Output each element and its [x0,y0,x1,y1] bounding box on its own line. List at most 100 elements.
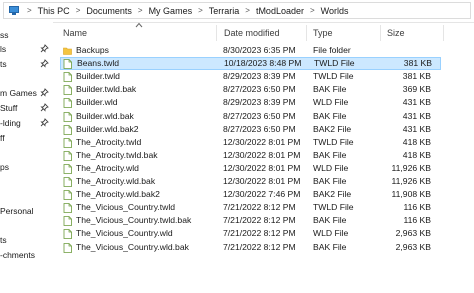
file-name: Builder.twld [76,71,120,82]
file-icon [63,137,72,148]
file-row[interactable]: The_Vicious_Country.wld.bak 7/21/2022 8:1… [60,241,441,254]
sidebar-item[interactable]: -chments [0,248,52,262]
file-row[interactable]: The_Vicious_Country.wld 7/21/2022 8:12 PM… [60,227,441,240]
file-name: The_Vicious_Country.twld.bak [76,215,192,226]
file-row[interactable]: The_Vicious_Country.twld.bak 7/21/2022 8:… [60,214,441,227]
file-icon [63,124,72,135]
sidebar-item[interactable]: ff [0,131,52,145]
file-row[interactable]: The_Atrocity.twld.bak 12/30/2022 8:01 PM B… [60,149,441,162]
sidebar-item[interactable]: ps [0,160,52,174]
file-type: WLD File [313,228,349,239]
column-divider[interactable] [306,25,307,41]
breadcrumb-this-pc[interactable]: This PC [38,6,70,16]
file-row[interactable]: Builder.wld.bak 8/27/2023 6:50 PM BAK File… [60,110,441,123]
chevron-right-icon[interactable]: > [27,6,32,15]
column-divider[interactable] [216,25,217,41]
file-icon [63,85,72,96]
sidebar-item[interactable] [0,145,52,159]
file-row[interactable]: The_Atrocity.wld.bak 12/30/2022 8:01 PM BA… [60,175,441,188]
sidebar-item[interactable] [0,72,52,86]
file-type: TWLD File [314,58,355,69]
column-header-type[interactable]: Type [313,26,333,40]
file-type: BAK File [313,149,347,160]
file-date-modified: 8/27/2023 6:50 PM [223,123,296,134]
sidebar-item[interactable]: -lding [0,116,52,130]
address-bar[interactable]: > This PC > Documents > My Games > Terra… [0,0,474,23]
column-header-name[interactable]: Name [63,26,87,40]
navigation-pane[interactable]: ss ls ts m Games Stuff -lding ff ps Personal ts -c… [0,22,52,293]
sidebar-item[interactable] [0,189,52,203]
sidebar-item[interactable]: ss [0,28,52,42]
file-size: 369 KB [402,84,431,95]
breadcrumb-documents[interactable]: Documents [86,6,132,16]
chevron-right-icon[interactable]: > [138,6,143,15]
folder-icon [63,47,72,55]
file-row[interactable]: The_Atrocity.twld 12/30/2022 8:01 PM TWLD … [60,136,441,149]
sidebar-item[interactable] [0,219,52,233]
address-box[interactable]: > This PC > Documents > My Games > Terra… [3,2,471,19]
sidebar-item-label: ps [0,162,9,172]
file-type: BAK File [313,241,347,252]
file-name: Backups [76,45,109,55]
file-row[interactable]: Builder.wld 8/29/2023 8:39 PM WLD File 431 … [60,96,441,109]
file-size: 2,963 KB [395,241,431,252]
file-icon [63,216,72,227]
file-row[interactable]: Backups 8/30/2023 6:35 PM File folder [60,44,441,57]
file-date-modified: 12/30/2022 8:01 PM [223,162,301,173]
file-row[interactable]: The_Vicious_Country.twld 7/21/2022 8:12 P… [60,201,441,214]
file-size [381,44,431,57]
file-icon [63,98,72,109]
file-type: TWLD File [313,71,354,82]
column-header-size[interactable]: Size [387,26,405,40]
file-type: WLD File [313,97,349,108]
breadcrumb-worlds[interactable]: Worlds [321,6,349,16]
file-icon [63,59,72,69]
sidebar-item[interactable] [0,175,52,189]
file-row[interactable]: The_Atrocity.wld 12/30/2022 8:01 PM WLD Fi… [60,162,441,175]
file-size: 418 KB [402,136,431,147]
column-divider[interactable] [443,25,444,41]
breadcrumb-tmodloader[interactable]: tModLoader [256,6,304,16]
chevron-right-icon[interactable]: > [198,6,203,15]
file-name: Builder.wld.bak [76,110,134,121]
column-divider[interactable] [380,25,381,41]
file-row[interactable]: Builder.twld.bak 8/27/2023 6:50 PM BAK Fil… [60,83,441,96]
column-header-date[interactable]: Date modified [224,26,280,40]
file-date-modified: 12/30/2022 8:01 PM [223,176,301,186]
sidebar-item[interactable]: ts [0,233,52,247]
sidebar-item[interactable]: m Games [0,86,52,100]
file-size: 116 KB [403,215,431,226]
chevron-right-icon[interactable]: > [310,6,315,15]
file-date-modified: 8/30/2023 6:35 PM [223,45,296,55]
file-type: WLD File [313,162,349,173]
breadcrumb-terraria[interactable]: Terraria [209,6,240,16]
sidebar-item[interactable]: ts [0,57,52,71]
file-date-modified: 8/27/2023 6:50 PM [223,84,296,95]
file-size: 431 KB [402,97,431,108]
file-icon [63,163,72,174]
sidebar-item-label: ts [0,235,7,245]
file-size: 381 KB [403,58,432,69]
file-row[interactable]: Builder.wld.bak2 8/27/2023 6:50 PM BAK2 Fi… [60,123,441,136]
file-name: The_Vicious_Country.twld [76,202,176,213]
file-list-view[interactable]: Name Date modified Type Size Backups 8/30… [53,22,474,293]
file-type: BAK File [313,110,347,121]
sidebar-item-label: -chments [0,250,35,260]
file-type: TWLD File [313,202,354,213]
file-type: BAK File [313,84,347,95]
file-icon [63,72,72,83]
pin-icon [40,59,49,68]
breadcrumb-my-games[interactable]: My Games [149,6,193,16]
sidebar-item[interactable]: Stuff [0,101,52,115]
file-row[interactable]: The_Atrocity.wld.bak2 12/30/2022 7:46 PM B… [60,188,441,201]
file-icon [63,150,72,161]
sidebar-item[interactable]: Personal [0,204,52,218]
file-name: The_Vicious_Country.wld.bak [76,241,189,252]
sidebar-item[interactable]: ls [0,42,52,56]
file-type: BAK2 File [313,189,352,200]
file-row[interactable]: Builder.twld 8/29/2023 8:39 PM TWLD File 38… [60,70,441,83]
chevron-right-icon[interactable]: > [76,6,81,15]
chevron-right-icon[interactable]: > [245,6,250,15]
file-row[interactable]: Beans.twld 10/18/2023 8:48 PM TWLD File 381… [60,57,441,71]
file-type: BAK File [313,215,347,226]
